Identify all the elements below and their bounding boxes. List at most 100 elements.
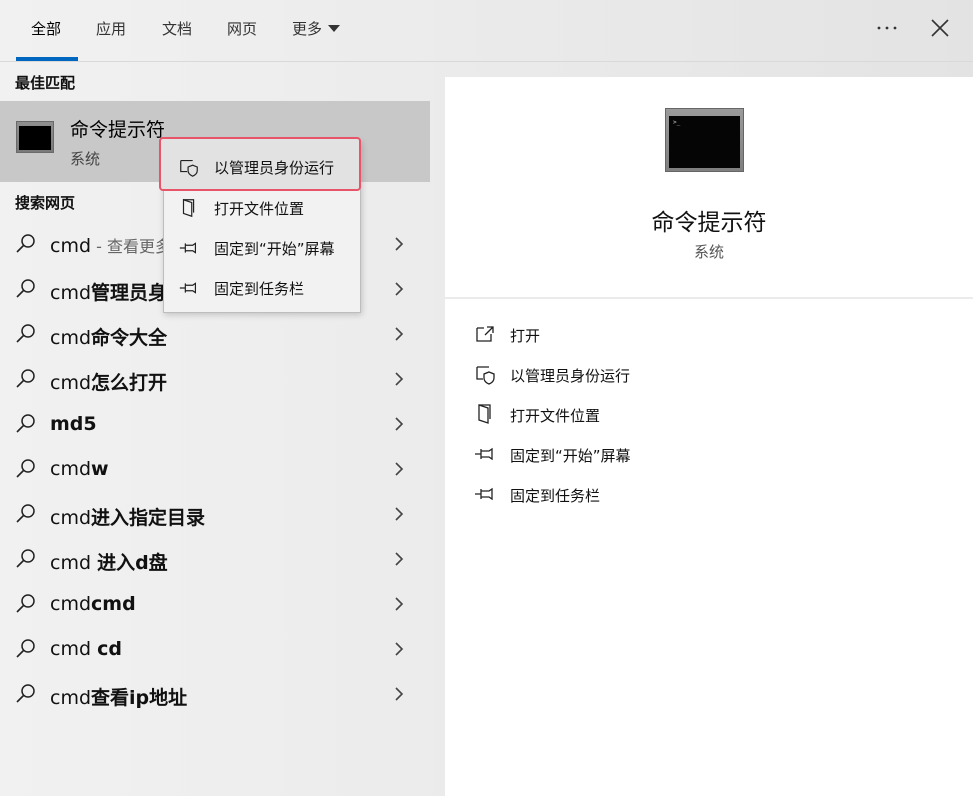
web-search-row-text: cmd管理员身 xyxy=(50,278,167,305)
search-icon xyxy=(16,369,35,388)
search-icon xyxy=(16,234,35,253)
web-search-row[interactable]: cmdw xyxy=(0,447,430,492)
web-search-row-text: cmd cd xyxy=(50,638,122,660)
web-search-row-text: cmd进入指定目录 xyxy=(50,503,205,530)
annotation-highlight-box xyxy=(159,137,361,191)
chevron-right-icon xyxy=(395,327,404,341)
query-prefix: cmd xyxy=(50,638,98,660)
chevron-down-icon xyxy=(328,25,341,32)
context-pin-to-start[interactable]: 固定到“开始”屏幕 xyxy=(164,228,360,266)
query-prefix: cmd xyxy=(50,593,92,615)
query-prefix: cmd xyxy=(50,282,92,304)
command-prompt-app-icon xyxy=(16,121,54,153)
action-run-as-admin-label: 以管理员身份运行 xyxy=(510,367,631,385)
query-completion: cd xyxy=(97,638,122,660)
context-pin-to-start-label: 固定到“开始”屏幕 xyxy=(214,240,335,258)
query-completion: cmd xyxy=(91,593,136,615)
web-search-row[interactable]: md5 xyxy=(0,402,430,447)
chevron-right-icon xyxy=(395,507,404,521)
chevron-right-icon xyxy=(395,282,404,296)
search-icon xyxy=(16,549,35,568)
pin-icon xyxy=(475,487,493,501)
web-search-row[interactable]: cmd 进入d盘 xyxy=(0,537,430,582)
query-prefix: cmd xyxy=(50,507,92,529)
web-search-row-text: md5 xyxy=(50,413,97,435)
open-icon xyxy=(476,326,494,342)
query-completion: 怎么打开 xyxy=(91,372,168,394)
detail-subtitle: 系统 xyxy=(693,243,724,261)
action-pin-to-taskbar[interactable]: 固定到任务栏 xyxy=(473,482,873,508)
shield-icon xyxy=(476,366,495,385)
more-options-button[interactable] xyxy=(873,14,901,42)
web-search-row[interactable]: cmd怎么打开 xyxy=(0,357,430,402)
divider xyxy=(445,297,973,299)
search-icon xyxy=(16,684,35,703)
chevron-right-icon xyxy=(395,372,404,386)
web-search-row-text: cmd查看ip地址 xyxy=(50,683,187,710)
close-button[interactable] xyxy=(926,14,954,42)
chevron-right-icon xyxy=(395,237,404,251)
pin-icon xyxy=(475,447,493,461)
chevron-right-icon xyxy=(395,687,404,701)
action-open[interactable]: 打开 xyxy=(473,322,873,348)
query-completion: 进入指定目录 xyxy=(91,507,206,529)
query-completion: w xyxy=(91,458,109,480)
best-match-heading: 最佳匹配 xyxy=(15,74,76,92)
context-pin-to-taskbar[interactable]: 固定到任务栏 xyxy=(164,268,360,306)
action-run-as-admin[interactable]: 以管理员身份运行 xyxy=(473,362,873,388)
search-icon xyxy=(16,279,35,298)
web-search-row[interactable]: cmdcmd xyxy=(0,582,430,627)
chevron-right-icon xyxy=(395,417,404,431)
web-search-heading: 搜索网页 xyxy=(15,194,76,212)
web-search-row[interactable]: cmd查看ip地址 xyxy=(0,672,430,717)
detail-title: 命令提示符 xyxy=(651,210,767,236)
best-match-title: 命令提示符 xyxy=(70,119,166,141)
action-open-file-location[interactable]: 打开文件位置 xyxy=(473,402,873,428)
search-icon xyxy=(16,459,35,478)
chevron-right-icon xyxy=(395,552,404,566)
web-search-row-text: cmdcmd xyxy=(50,593,136,615)
folder-open-icon xyxy=(478,404,491,424)
console-prompt-glyph: >_ xyxy=(673,119,681,126)
tab-bar: 全部 应用 文档 网页 更多 xyxy=(0,0,973,62)
action-pin-to-taskbar-label: 固定到任务栏 xyxy=(510,487,601,505)
tab-all[interactable]: 全部 xyxy=(31,18,61,40)
best-match-subtitle: 系统 xyxy=(70,150,101,168)
tab-web[interactable]: 网页 xyxy=(227,18,257,40)
web-search-row-text: cmd怎么打开 xyxy=(50,368,167,395)
web-search-row-text: cmdw xyxy=(50,458,109,480)
search-window: 全部 应用 文档 网页 更多 最佳匹配 命令提示符 系统 搜索网页 cmd - … xyxy=(0,0,973,796)
web-search-row[interactable]: cmd cd xyxy=(0,627,430,672)
context-open-file-location-label: 打开文件位置 xyxy=(214,200,305,218)
active-tab-indicator xyxy=(16,57,78,61)
folder-open-icon xyxy=(182,198,195,218)
action-pin-to-start-label: 固定到“开始”屏幕 xyxy=(510,447,631,465)
search-icon xyxy=(16,414,35,433)
action-open-label: 打开 xyxy=(510,327,541,345)
tab-documents[interactable]: 文档 xyxy=(162,18,192,40)
web-search-row-text: cmd - 查看更多 xyxy=(50,233,171,257)
query-completion: md5 xyxy=(50,413,97,435)
action-open-file-location-label: 打开文件位置 xyxy=(510,407,601,425)
web-search-row[interactable]: cmd进入指定目录 xyxy=(0,492,430,537)
pin-icon xyxy=(179,242,197,254)
query-suffix: - 查看更多 xyxy=(91,237,171,256)
tab-more-label: 更多 xyxy=(292,20,323,38)
tab-more[interactable]: 更多 xyxy=(292,18,341,40)
web-search-row[interactable]: cmd命令大全 xyxy=(0,312,430,357)
action-pin-to-start[interactable]: 固定到“开始”屏幕 xyxy=(473,442,873,468)
web-search-row-text: cmd 进入d盘 xyxy=(50,548,168,575)
context-open-file-location[interactable]: 打开文件位置 xyxy=(164,188,360,226)
search-icon xyxy=(16,639,35,658)
ellipsis-icon xyxy=(877,26,897,30)
query-prefix: cmd xyxy=(50,687,92,709)
web-search-row-text: cmd命令大全 xyxy=(50,323,167,350)
chevron-right-icon xyxy=(395,642,404,656)
chevron-right-icon xyxy=(395,597,404,611)
query-completion: 命令大全 xyxy=(91,327,168,349)
tab-apps[interactable]: 应用 xyxy=(96,18,126,40)
query-completion: 查看ip地址 xyxy=(91,687,188,709)
query-completion: 进入d盘 xyxy=(97,552,168,574)
context-pin-to-taskbar-label: 固定到任务栏 xyxy=(214,280,305,298)
search-icon xyxy=(16,594,35,613)
